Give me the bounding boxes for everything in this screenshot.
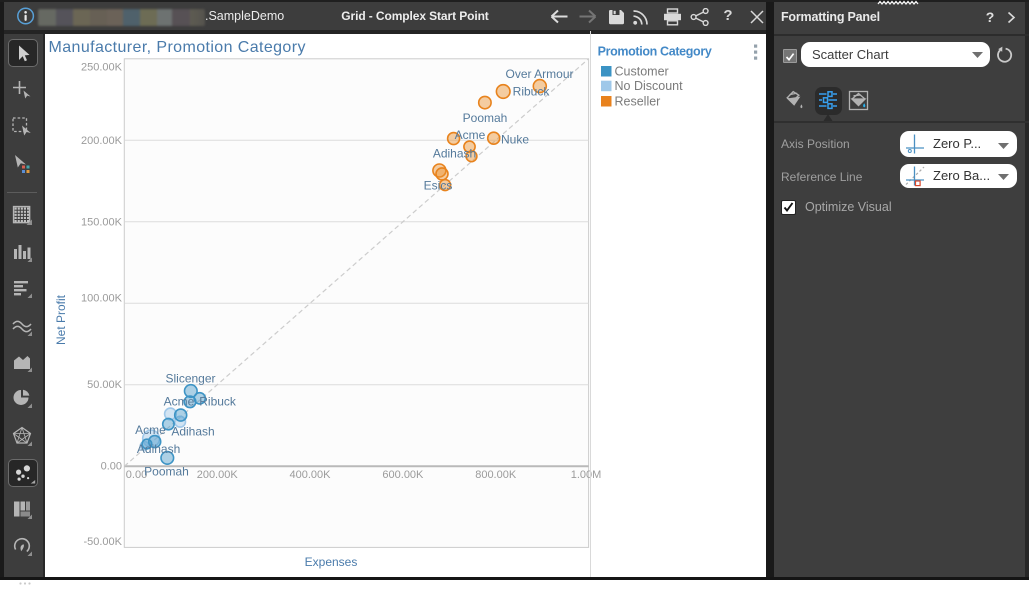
svg-text:200.00K: 200.00K xyxy=(81,135,123,147)
svg-text:Slicenger: Slicenger xyxy=(165,372,215,386)
svg-text:150.00K: 150.00K xyxy=(81,217,123,229)
svg-text:Net Profit: Net Profit xyxy=(54,294,68,345)
svg-text:Over Armour: Over Armour xyxy=(505,67,573,81)
svg-text:0.00: 0.00 xyxy=(101,461,122,473)
svg-text:Adihash: Adihash xyxy=(171,424,214,438)
svg-text:Acme: Acme xyxy=(164,395,195,409)
svg-text:1.00M: 1.00M xyxy=(571,469,602,481)
svg-text:Esics: Esics xyxy=(424,179,453,193)
svg-text:600.00K: 600.00K xyxy=(382,469,424,481)
svg-text:250.00K: 250.00K xyxy=(81,62,123,74)
svg-text:200.00K: 200.00K xyxy=(197,469,239,481)
svg-text:Poomah: Poomah xyxy=(463,111,508,125)
svg-text:Poomah: Poomah xyxy=(144,465,189,479)
svg-text:Ribuck: Ribuck xyxy=(513,85,551,99)
svg-text:Reseller: Reseller xyxy=(615,95,661,109)
svg-text:Customer: Customer xyxy=(615,65,669,79)
svg-text:800.00K: 800.00K xyxy=(475,469,517,481)
svg-text:Acme: Acme xyxy=(455,128,486,142)
svg-text:Adihash: Adihash xyxy=(433,147,476,161)
svg-text:Manufacturer, Promotion Catego: Manufacturer, Promotion Category xyxy=(49,39,306,56)
svg-text:100.00K: 100.00K xyxy=(81,293,123,305)
svg-text:400.00K: 400.00K xyxy=(290,469,332,481)
svg-text:50.00K: 50.00K xyxy=(87,379,123,391)
svg-text:-50.00K: -50.00K xyxy=(83,536,122,548)
svg-text:Promotion Category: Promotion Category xyxy=(598,44,712,58)
svg-text:No Discount: No Discount xyxy=(615,79,684,93)
svg-text:Nuke: Nuke xyxy=(501,133,529,147)
svg-text:Acme: Acme xyxy=(135,423,166,437)
svg-text:Adihash: Adihash xyxy=(137,442,180,456)
svg-text:Expenses: Expenses xyxy=(305,555,358,569)
svg-text:Ribuck: Ribuck xyxy=(199,395,237,409)
